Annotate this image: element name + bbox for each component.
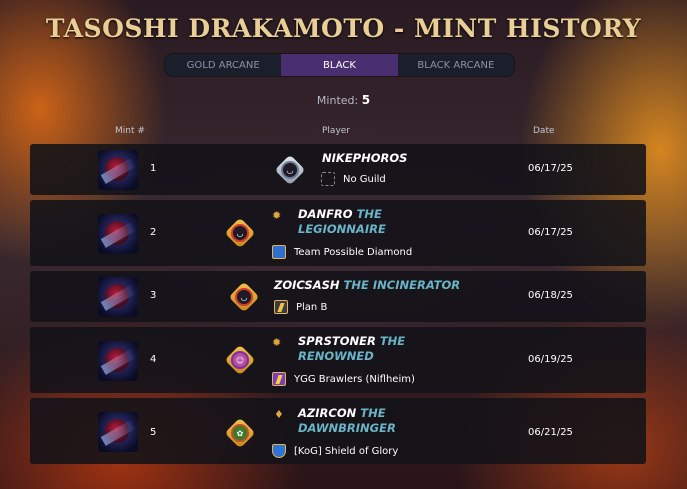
- column-header-mint: Mint #: [115, 126, 145, 136]
- player-name[interactable]: SPRSTONER THE RENOWNED: [298, 334, 405, 364]
- guild-info[interactable]: YGG Brawlers (Niflheim): [272, 372, 415, 386]
- guild-crest-icon: [274, 300, 288, 314]
- column-header-player: Player: [322, 126, 351, 136]
- minted-value: 5: [361, 93, 371, 107]
- table-row[interactable]: 4 ☺ ✹ SPRSTONER THE RENOWNED YGG Brawler…: [30, 327, 646, 393]
- mint-number: 2: [150, 227, 157, 238]
- guild-info[interactable]: No Guild: [321, 172, 386, 186]
- mint-number: 3: [150, 290, 157, 301]
- minted-count: Minted: 5: [0, 93, 687, 107]
- table-row[interactable]: 2 ◡ ✹ DANFRO THE LEGIONNAIRE Team Possib…: [30, 200, 646, 266]
- mint-date: 06/17/25: [528, 227, 573, 238]
- mint-number: 5: [150, 427, 157, 438]
- tab-black-arcane[interactable]: BLACK ARCANE: [398, 54, 514, 76]
- guild-info[interactable]: Team Possible Diamond: [272, 245, 412, 259]
- mint-number: 4: [150, 354, 157, 365]
- player-name-text: NIKEPHOROS: [322, 151, 408, 165]
- guild-info[interactable]: Plan B: [274, 300, 327, 314]
- empty-guild-icon: [321, 172, 335, 186]
- guild-crest-icon: [272, 245, 286, 259]
- guild-name: Plan B: [296, 301, 328, 313]
- mint-date: 06/18/25: [528, 290, 573, 301]
- column-header-date: Date: [533, 126, 555, 136]
- table-row[interactable]: 5 ✿ ♦ AZIRCON THE DAWNBRINGER [KoG] Shie…: [30, 398, 646, 464]
- player-avatar-icon[interactable]: ☺: [224, 344, 256, 376]
- player-avatar-icon[interactable]: ✿: [224, 417, 256, 449]
- page-title: TASOSHI DRAKAMOTO - MINT HISTORY: [45, 14, 642, 43]
- tab-gold-arcane[interactable]: GOLD ARCANE: [165, 54, 281, 76]
- card-art-icon[interactable]: [98, 150, 138, 190]
- mint-date: 06/19/25: [528, 354, 573, 365]
- player-name[interactable]: ZOICSASH THE INCINERATOR: [274, 278, 460, 293]
- tab-black[interactable]: BLACK: [281, 54, 398, 76]
- mint-date: 06/21/25: [528, 427, 573, 438]
- table-row[interactable]: 3 ◡ ZOICSASH THE INCINERATOR Plan B 06/1…: [30, 271, 646, 322]
- rank-emblem-icon: ♦: [274, 408, 284, 421]
- rank-emblem-icon: ✹: [272, 209, 282, 222]
- card-art-icon[interactable]: [98, 277, 138, 317]
- guild-crest-icon: [272, 444, 286, 458]
- player-avatar-icon[interactable]: ◡: [224, 217, 256, 249]
- mint-date: 06/17/25: [528, 163, 573, 174]
- rank-emblem-icon: ✹: [272, 336, 282, 349]
- player-name[interactable]: DANFRO THE LEGIONNAIRE: [298, 207, 386, 237]
- player-name[interactable]: AZIRCON THE DAWNBRINGER: [298, 406, 396, 436]
- card-art-icon[interactable]: [98, 341, 138, 381]
- guild-name: No Guild: [343, 173, 386, 185]
- guild-info[interactable]: [KoG] Shield of Glory: [272, 444, 398, 458]
- card-art-icon[interactable]: [98, 214, 138, 254]
- player-avatar-icon[interactable]: ◡: [274, 154, 306, 186]
- edition-tabs: GOLD ARCANE BLACK BLACK ARCANE: [165, 54, 514, 76]
- guild-crest-icon: [272, 372, 286, 386]
- table-row[interactable]: 1 ◡ NIKEPHOROS No Guild 06/17/25: [30, 144, 646, 195]
- minted-label: Minted:: [316, 94, 359, 107]
- guild-name: [KoG] Shield of Glory: [294, 445, 399, 457]
- guild-name: Team Possible Diamond: [294, 246, 413, 258]
- card-art-icon[interactable]: [98, 412, 138, 452]
- guild-name: YGG Brawlers (Niflheim): [294, 373, 415, 385]
- mint-number: 1: [150, 163, 157, 174]
- player-name[interactable]: NIKEPHOROS: [322, 151, 407, 166]
- player-avatar-icon[interactable]: ◡: [228, 281, 260, 313]
